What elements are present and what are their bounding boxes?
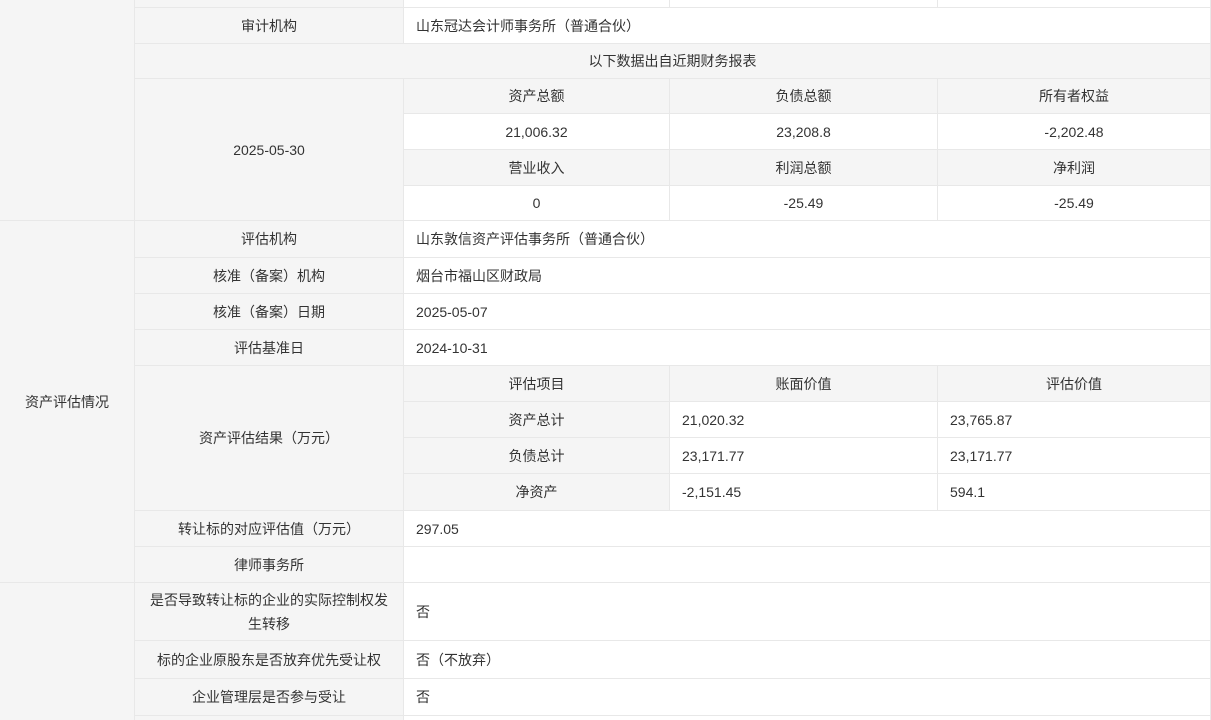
transfer-assessed-value-value: 297.05 (404, 511, 1210, 546)
eval-item-net-assets: 净资产 (404, 474, 670, 510)
waive-preemptive-value: 否（不放弃） (404, 641, 1210, 678)
financial-header-row-profit: 营业收入 利润总额 净利润 (404, 150, 1210, 186)
management-participation-label: 企业管理层是否参与受让 (135, 679, 404, 715)
assessed-value-total-assets: 23,765.87 (938, 402, 1210, 437)
row-waive-preemptive-right: 标的企业原股东是否放弃优先受让权 否（不放弃） (135, 641, 1210, 679)
partial-top-cell-3 (938, 0, 1210, 7)
assessment-row-total-liabilities: 负债总计 23,171.77 23,171.77 (404, 438, 1210, 474)
assessed-value-total-liabilities: 23,171.77 (938, 438, 1210, 473)
row-approval-date: 核准（备案）日期 2025-05-07 (135, 294, 1210, 330)
financial-report-table: 2025-05-30 资产总额 负债总额 所有者权益 21,006.32 23,… (135, 79, 1210, 221)
category-cell-assessment: 资产评估情况 (0, 221, 135, 583)
law-firm-label: 律师事务所 (135, 547, 404, 582)
partial-bottom-value-cell (404, 716, 1210, 720)
financial-report-date-cell: 2025-05-30 (135, 79, 404, 221)
financial-note-text: 以下数据出自近期财务报表 (135, 44, 1210, 78)
row-transfer-assessed-value: 转让标的对应评估值（万元） 297.05 (135, 511, 1210, 547)
header-owners-equity: 所有者权益 (938, 79, 1210, 113)
row-approval-agency: 核准（备案）机构 烟台市福山区财政局 (135, 258, 1210, 294)
value-operating-revenue: 0 (404, 186, 670, 220)
eval-item-total-assets: 资产总计 (404, 402, 670, 437)
value-net-profit: -25.49 (938, 186, 1210, 220)
partial-row-top (135, 0, 1210, 8)
waive-preemptive-label: 标的企业原股东是否放弃优先受让权 (135, 641, 404, 678)
category-column: 资产评估情况 (0, 0, 135, 720)
assessment-row-net-assets: 净资产 -2,151.45 594.1 (404, 474, 1210, 511)
value-owners-equity: -2,202.48 (938, 114, 1210, 149)
assessment-agency-value: 山东敦信资产评估事务所（普通合伙） (404, 221, 1210, 257)
book-value-total-assets: 21,020.32 (670, 402, 938, 437)
header-eval-item: 评估项目 (404, 366, 670, 401)
control-change-label: 是否导致转让标的企业的实际控制权发生转移 (135, 583, 404, 640)
financial-report-grid: 资产总额 负债总额 所有者权益 21,006.32 23,208.8 -2,20… (404, 79, 1210, 221)
header-total-profit: 利润总额 (670, 150, 938, 185)
header-net-profit: 净利润 (938, 150, 1210, 185)
assessment-base-date-label: 评估基准日 (135, 330, 404, 365)
assessment-result-label: 资产评估结果（万元） (135, 366, 404, 511)
row-audit-agency: 审计机构 山东冠达会计师事务所（普通合伙） (135, 8, 1210, 44)
book-value-net-assets: -2,151.45 (670, 474, 938, 510)
assessment-row-total-assets: 资产总计 21,020.32 23,765.87 (404, 402, 1210, 438)
law-firm-value (404, 547, 1210, 582)
row-management-participation: 企业管理层是否参与受让 否 (135, 679, 1210, 716)
approval-agency-label: 核准（备案）机构 (135, 258, 404, 293)
eval-item-total-liabilities: 负债总计 (404, 438, 670, 473)
asset-transfer-detail-table: 资产评估情况 审计机构 山东冠达会计师事务所（普通合伙） 以下数据出自近期财务报… (0, 0, 1211, 720)
assessment-result-table: 资产评估结果（万元） 评估项目 账面价值 评估价值 资产总计 21,020.32… (135, 366, 1210, 511)
audit-agency-label: 审计机构 (135, 8, 404, 43)
row-law-firm: 律师事务所 (135, 547, 1210, 583)
approval-agency-value: 烟台市福山区财政局 (404, 258, 1210, 293)
header-operating-revenue: 营业收入 (404, 150, 670, 185)
assessment-base-date-value: 2024-10-31 (404, 330, 1210, 365)
value-total-assets: 21,006.32 (404, 114, 670, 149)
assessment-result-header-row: 评估项目 账面价值 评估价值 (404, 366, 1210, 402)
header-total-assets: 资产总额 (404, 79, 670, 113)
approval-date-value: 2025-05-07 (404, 294, 1210, 329)
partial-bottom-label-cell (135, 716, 404, 720)
financial-header-row-assets: 资产总额 负债总额 所有者权益 (404, 79, 1210, 114)
header-book-value: 账面价值 (670, 366, 938, 401)
audit-agency-value: 山东冠达会计师事务所（普通合伙） (404, 8, 1210, 43)
value-total-liabilities: 23,208.8 (670, 114, 938, 149)
assessed-value-net-assets: 594.1 (938, 474, 1210, 510)
category-cell-top (0, 0, 135, 221)
approval-date-label: 核准（备案）日期 (135, 294, 404, 329)
book-value-total-liabilities: 23,171.77 (670, 438, 938, 473)
financial-value-row-profit: 0 -25.49 -25.49 (404, 186, 1210, 221)
partial-top-cell-1 (404, 0, 670, 7)
transfer-assessed-value-label: 转让标的对应评估值（万元） (135, 511, 404, 546)
header-assessed-value: 评估价值 (938, 366, 1210, 401)
management-participation-value: 否 (404, 679, 1210, 715)
assessment-result-grid: 评估项目 账面价值 评估价值 资产总计 21,020.32 23,765.87 … (404, 366, 1210, 511)
category-label-assessment: 资产评估情况 (25, 392, 109, 412)
row-assessment-base-date: 评估基准日 2024-10-31 (135, 330, 1210, 366)
financial-value-row-assets: 21,006.32 23,208.8 -2,202.48 (404, 114, 1210, 150)
control-change-value: 否 (404, 583, 1210, 640)
row-financial-note: 以下数据出自近期财务报表 (135, 44, 1210, 79)
assessment-agency-label: 评估机构 (135, 221, 404, 257)
partial-top-cell-2 (670, 0, 938, 7)
row-assessment-agency: 评估机构 山东敦信资产评估事务所（普通合伙） (135, 221, 1210, 258)
value-total-profit: -25.49 (670, 186, 938, 220)
partial-row-bottom (135, 716, 1210, 720)
detail-rows: 审计机构 山东冠达会计师事务所（普通合伙） 以下数据出自近期财务报表 2025-… (135, 0, 1211, 720)
category-cell-bottom (0, 583, 135, 720)
header-total-liabilities: 负债总额 (670, 79, 938, 113)
partial-top-label-cell (135, 0, 404, 7)
row-control-change: 是否导致转让标的企业的实际控制权发生转移 否 (135, 583, 1210, 641)
